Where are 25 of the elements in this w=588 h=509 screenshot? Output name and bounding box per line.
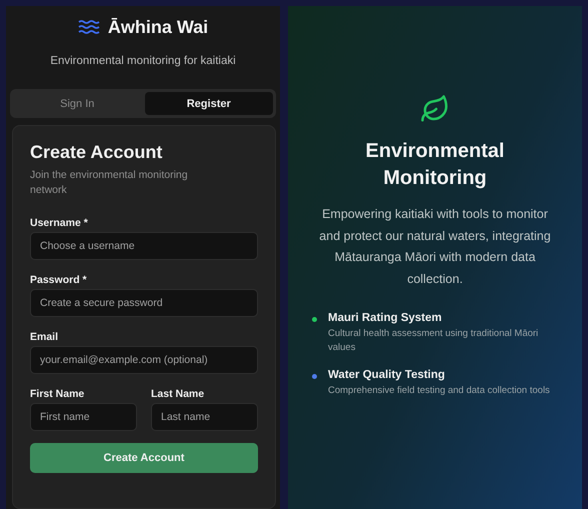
input-field[interactable]: Create a secure password: [30, 289, 258, 317]
create-account-button[interactable]: Create Account: [30, 443, 258, 473]
app-title: Āwhina Wai: [108, 16, 208, 38]
input-field[interactable]: Choose a username: [30, 232, 258, 260]
field-label: First Name: [30, 388, 86, 400]
app-subtitle: Environmental monitoring for kaitiaki: [49, 55, 237, 67]
feature-description: Cultural health assessment using traditional Māori values: [328, 327, 540, 355]
feature-title: Water Quality Testing: [328, 369, 446, 381]
field-label: Password *: [30, 274, 88, 286]
input-field[interactable]: Last name: [151, 403, 258, 431]
feature-title: Mauri Rating System: [328, 312, 443, 324]
input-field[interactable]: First name: [30, 403, 137, 431]
form-description: Join the environmental monitoring network: [30, 168, 189, 198]
hero-text: Empowering kaitiaki with tools to monitor and protect our natural waters, integrating Mātauranga Māori with modern data collection.: [318, 206, 552, 288]
hero-title: Environmental Monitoring: [364, 139, 506, 191]
field-label: Username *: [30, 217, 89, 229]
waves-icon: [78, 19, 100, 35]
field-label: Email: [30, 331, 60, 343]
leaf-icon: [420, 94, 450, 124]
form-title: Create Account: [30, 142, 164, 163]
input-field[interactable]: your.email@example.com (optional): [30, 346, 258, 374]
field-label: Last Name: [151, 388, 206, 400]
tab[interactable]: Register: [144, 92, 273, 115]
tab[interactable]: Sign In: [13, 92, 142, 115]
feature-description: Comprehensive field testing and data collection tools: [328, 384, 551, 398]
